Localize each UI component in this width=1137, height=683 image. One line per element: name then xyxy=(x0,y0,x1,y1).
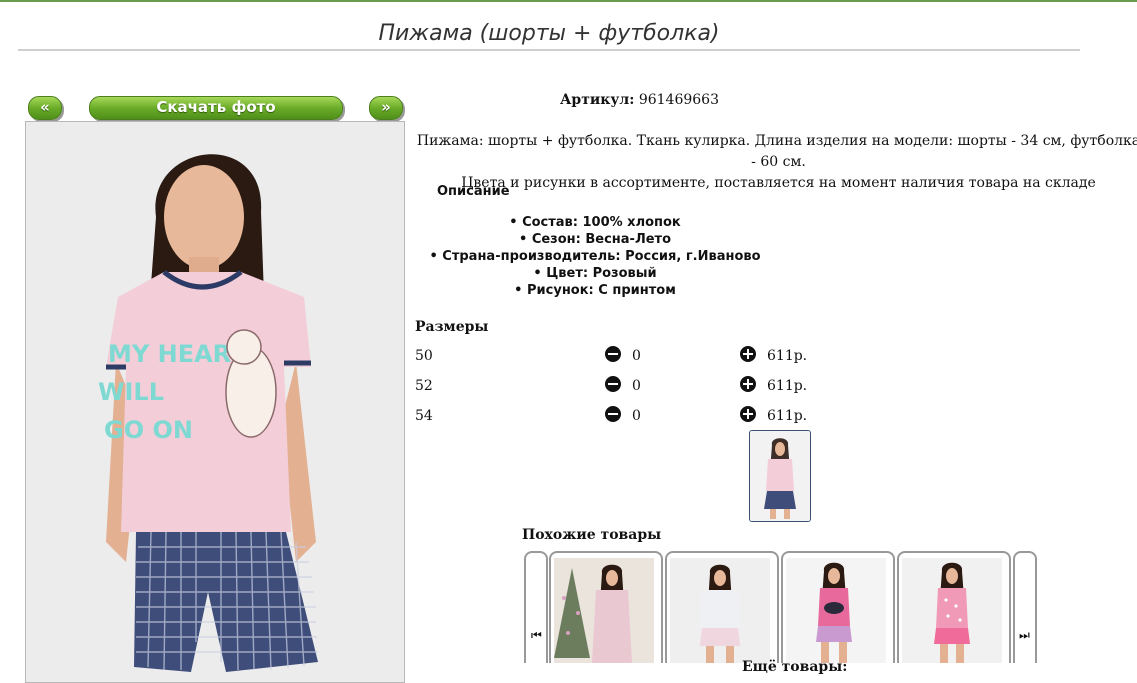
size-label: 50 xyxy=(415,348,433,364)
page-title: Пижама (шорты + футболка) xyxy=(18,18,1080,51)
download-photo-button[interactable]: Скачать фото xyxy=(89,96,343,120)
article-label: Артикул: xyxy=(560,92,635,108)
similar-product-image xyxy=(670,558,770,663)
plus-icon[interactable] xyxy=(740,406,756,422)
spec-item: Страна-производитель: Россия, г.Иваново xyxy=(415,248,775,265)
similar-product-card[interactable] xyxy=(781,551,895,663)
similar-product-card[interactable] xyxy=(665,551,779,663)
size-label: 52 xyxy=(415,378,433,394)
product-photo[interactable]: MY HEART WILL GO ON xyxy=(25,121,405,683)
product-description: Пижама: шорты + футболка. Ткань кулирка.… xyxy=(415,131,1137,194)
similar-product-card[interactable] xyxy=(549,551,663,663)
price-value: 611р. xyxy=(767,408,808,424)
quantity-value: 0 xyxy=(632,348,641,364)
skip-back-icon: ⏮ xyxy=(531,628,542,642)
prev-photo-button[interactable]: « xyxy=(28,96,62,120)
description-line-2: Цвета и рисунки в ассортименте, поставля… xyxy=(461,175,1096,191)
top-accent-line xyxy=(0,0,1137,2)
carousel-prev-button[interactable]: ⏮ xyxy=(524,551,548,663)
minus-icon[interactable] xyxy=(605,346,621,362)
carousel-next-button[interactable]: ⏭ xyxy=(1013,551,1037,663)
similar-title: Похожие товары xyxy=(522,527,662,543)
price-value: 611р. xyxy=(767,348,808,364)
model-illustration: MY HEART WILL GO ON xyxy=(26,122,404,682)
similar-product-card[interactable] xyxy=(897,551,1011,663)
size-row: 52 0 611р. xyxy=(415,375,815,397)
product-thumbnail[interactable] xyxy=(749,430,811,522)
more-products-label: Ещё товары: xyxy=(742,659,848,675)
similar-product-image xyxy=(554,558,654,663)
quantity-value: 0 xyxy=(632,378,641,394)
sizes-title: Размеры xyxy=(415,319,489,335)
similar-product-image xyxy=(786,558,886,663)
thumbnail-illustration xyxy=(750,431,810,521)
spec-item: Состав: 100% хлопок xyxy=(415,214,775,231)
spec-item: Сезон: Весна-Лето xyxy=(415,231,775,248)
article-number: Артикул: 961469663 xyxy=(560,92,990,108)
size-label: 54 xyxy=(415,408,433,424)
spec-item: Рисунок: С принтом xyxy=(415,282,775,299)
quantity-value: 0 xyxy=(632,408,641,424)
next-photo-button[interactable]: » xyxy=(369,96,403,120)
minus-icon[interactable] xyxy=(605,376,621,392)
description-line-1: Пижама: шорты + футболка. Ткань кулирка.… xyxy=(416,133,1137,170)
specs-list: Состав: 100% хлопок Сезон: Весна-Лето Ст… xyxy=(415,214,775,299)
spec-item: Цвет: Розовый xyxy=(415,265,775,282)
skip-forward-icon: ⏭ xyxy=(1019,628,1030,642)
plus-icon[interactable] xyxy=(740,346,756,362)
price-value: 611р. xyxy=(767,378,808,394)
article-value: 961469663 xyxy=(638,92,719,108)
specs-title: Описание xyxy=(437,184,510,199)
size-row: 50 0 611р. xyxy=(415,345,815,367)
plus-icon[interactable] xyxy=(740,376,756,392)
similar-product-image xyxy=(902,558,1002,663)
size-row: 54 0 611р. xyxy=(415,405,815,427)
minus-icon[interactable] xyxy=(605,406,621,422)
